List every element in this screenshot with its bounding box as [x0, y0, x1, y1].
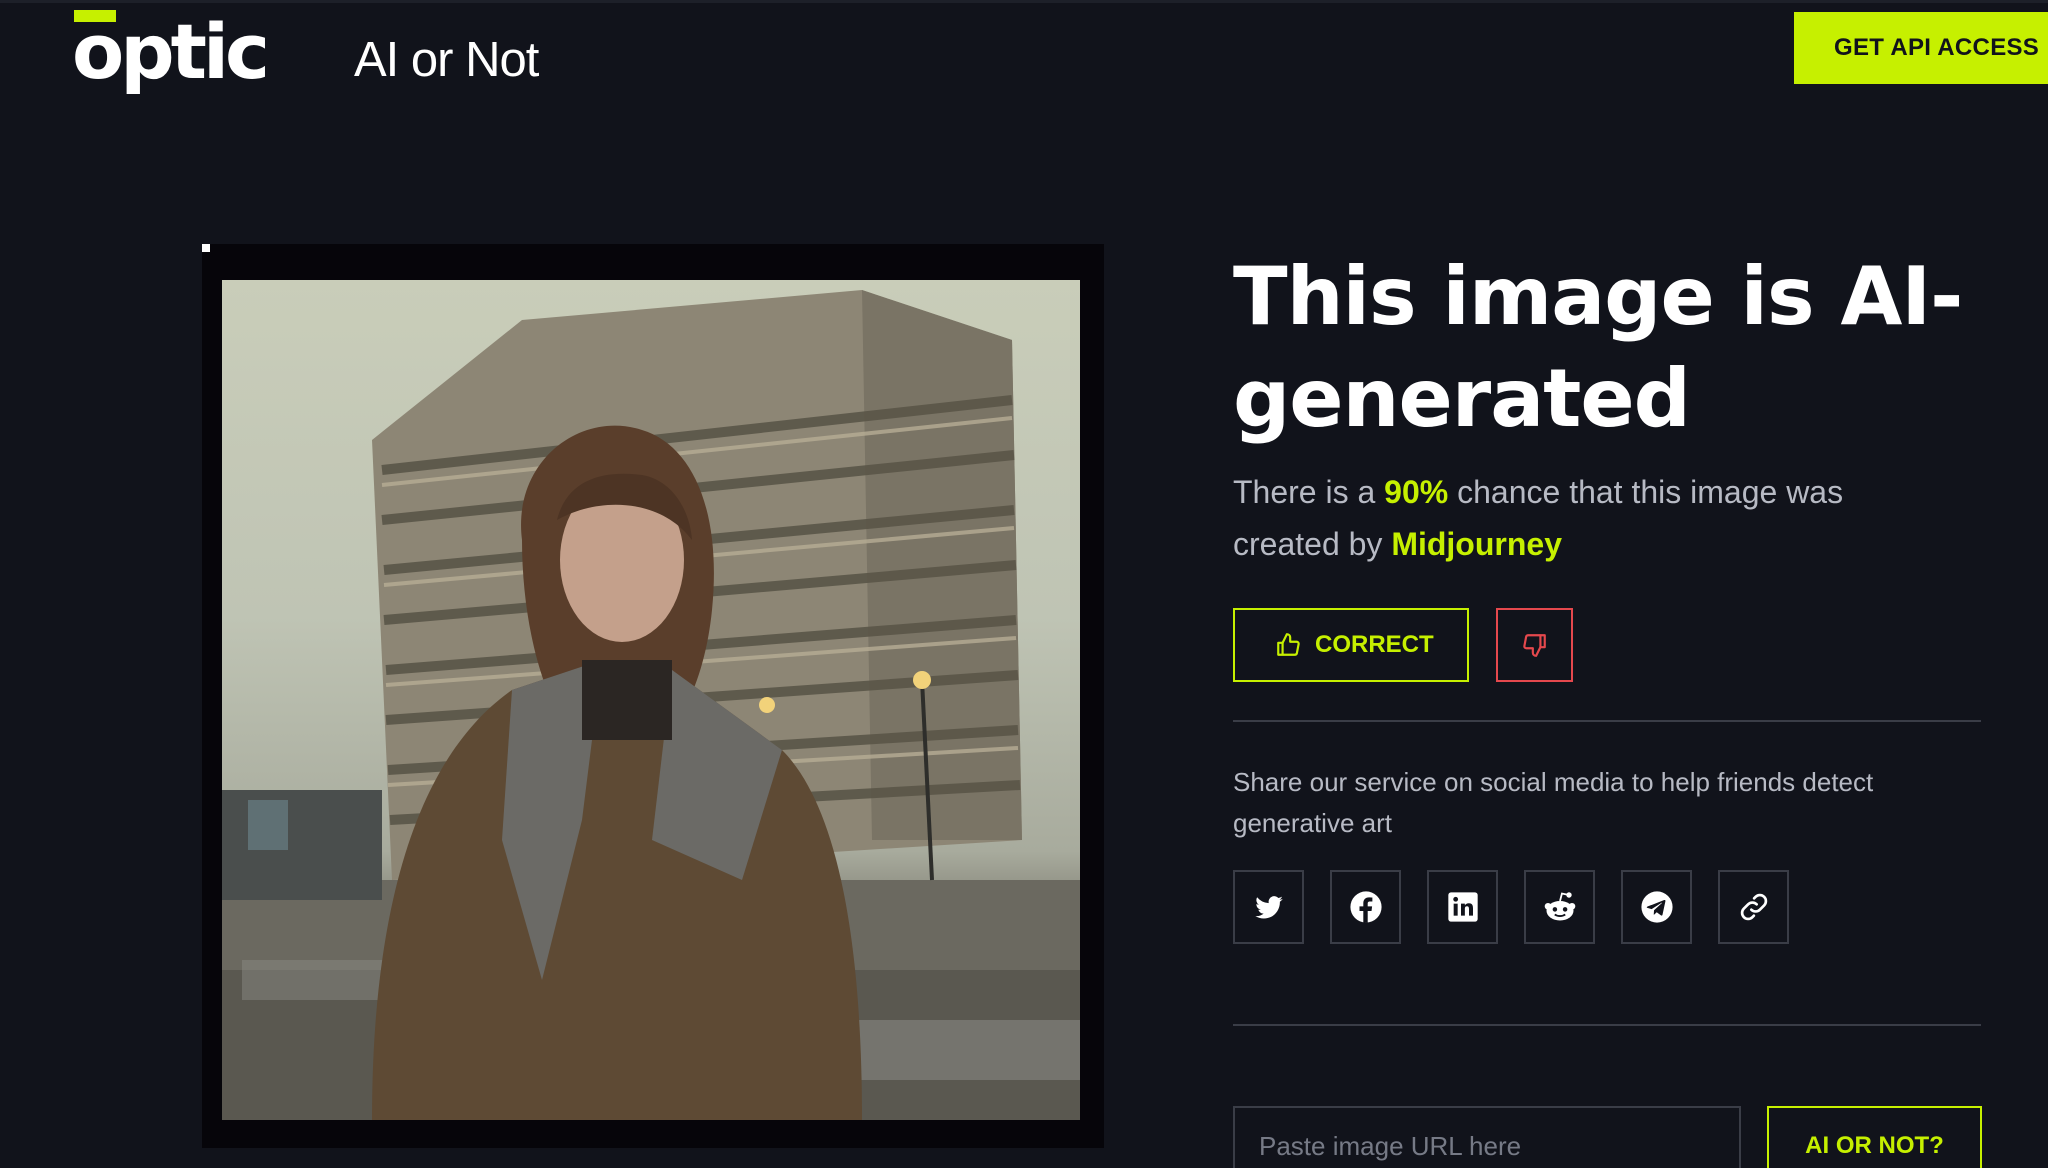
share-twitter-button[interactable] — [1233, 870, 1304, 944]
thumbs-down-icon — [1522, 634, 1546, 657]
share-facebook-button[interactable] — [1330, 870, 1401, 944]
ai-or-not-submit-button[interactable]: AI OR NOT? — [1767, 1106, 1982, 1168]
verdict-headline: This image is AI-generated — [1233, 250, 1963, 445]
social-share-bar — [1233, 870, 1789, 944]
generator-name: Midjourney — [1391, 526, 1562, 562]
photo-illustration — [222, 290, 1080, 1120]
telegram-icon — [1640, 891, 1673, 923]
desc-prefix: There is a — [1233, 474, 1385, 510]
share-linkedin-button[interactable] — [1427, 870, 1498, 944]
share-reddit-button[interactable] — [1524, 870, 1595, 944]
photo-content — [222, 280, 1080, 1120]
twitter-icon — [1254, 896, 1283, 919]
share-telegram-button[interactable] — [1621, 870, 1692, 944]
correct-label: CORRECT — [1315, 631, 1434, 658]
analyzed-image — [202, 244, 1104, 1148]
probability-value: 90% — [1384, 474, 1449, 510]
logo-subtitle: AI or Not — [354, 33, 539, 87]
section-divider-2 — [1233, 1024, 1981, 1026]
top-border — [0, 0, 2048, 3]
get-api-access-button[interactable]: GET API ACCESS — [1794, 12, 2048, 84]
thumbs-up-icon — [1277, 633, 1300, 656]
copy-link-button[interactable] — [1718, 870, 1789, 944]
reddit-icon — [1544, 892, 1575, 921]
frame-corner-mark — [202, 244, 210, 252]
optic-logo: optic — [72, 10, 270, 92]
verdict-description: There is a 90% chance that this image wa… — [1233, 466, 1873, 570]
link-icon — [1740, 893, 1767, 921]
image-url-input[interactable] — [1233, 1106, 1741, 1168]
site-logo[interactable]: optic AI or Not — [72, 10, 539, 92]
correct-button[interactable]: CORRECT — [1233, 608, 1469, 682]
section-divider — [1233, 720, 1981, 722]
facebook-icon — [1349, 891, 1382, 923]
linkedin-icon — [1447, 892, 1478, 922]
logo-wordmark: optic — [72, 7, 270, 96]
incorrect-button[interactable] — [1496, 608, 1573, 682]
share-text: Share our service on social media to hel… — [1233, 767, 1874, 838]
